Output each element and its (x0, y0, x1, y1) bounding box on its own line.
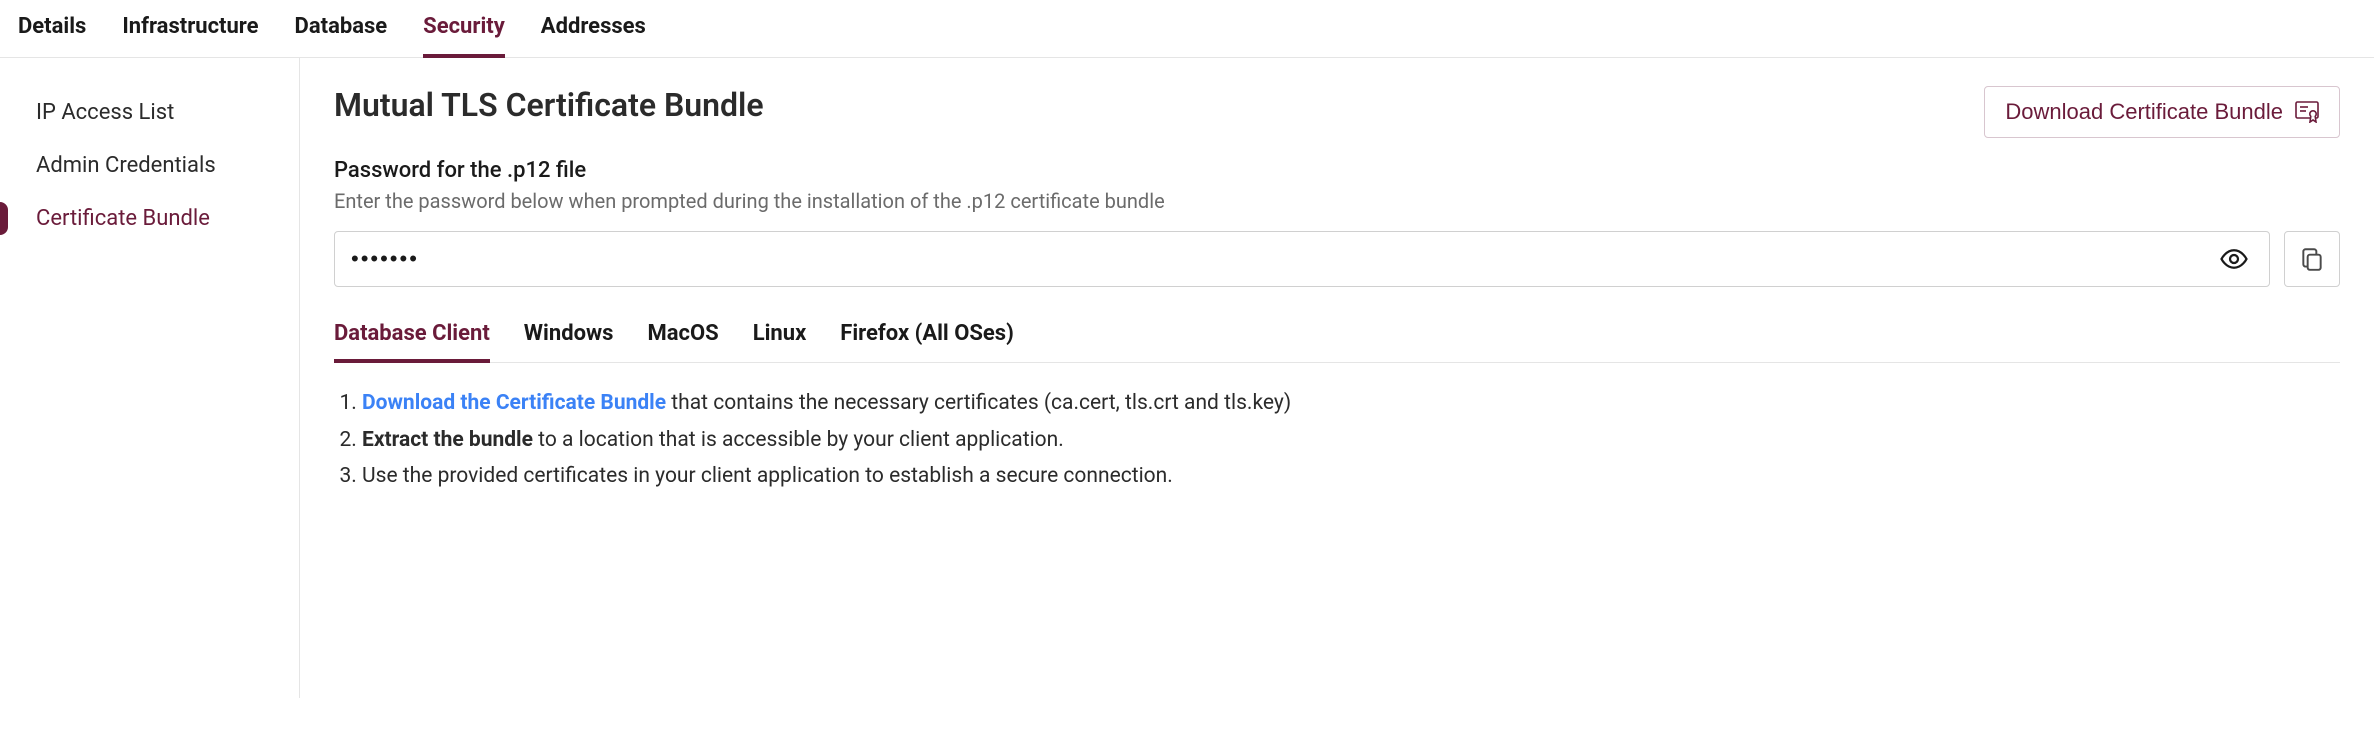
sidebar-item-admin-credentials[interactable]: Admin Credentials (0, 139, 299, 192)
certificate-icon (2295, 101, 2319, 123)
password-input[interactable] (351, 246, 2215, 272)
tab-infrastructure[interactable]: Infrastructure (122, 14, 258, 57)
password-input-wrap (334, 231, 2270, 287)
step-2-bold: Extract the bundle (362, 428, 533, 452)
step-1-text: that contains the necessary certificates… (666, 391, 1291, 415)
sidebar-item-certificate-bundle[interactable]: Certificate Bundle (0, 192, 299, 245)
step-2-text: to a location that is accessible by your… (533, 428, 1064, 452)
step-2: Extract the bundle to a location that is… (362, 424, 2340, 457)
step-3: Use the provided certificates in your cl… (362, 460, 2340, 493)
tab-addresses[interactable]: Addresses (541, 14, 646, 57)
sub-tab-macos[interactable]: MacOS (647, 321, 718, 362)
main-content: Mutual TLS Certificate Bundle Download C… (300, 58, 2374, 698)
instruction-tabs: Database Client Windows MacOS Linux Fire… (334, 321, 2340, 363)
password-label: Password for the .p12 file (334, 158, 2340, 183)
download-bundle-link[interactable]: Download the Certificate Bundle (362, 391, 666, 415)
copy-icon (2299, 246, 2325, 272)
tab-database[interactable]: Database (295, 14, 388, 57)
copy-password-button[interactable] (2284, 231, 2340, 287)
sub-tab-firefox[interactable]: Firefox (All OSes) (840, 321, 1014, 362)
sidebar-item-ip-access-list[interactable]: IP Access List (0, 86, 299, 139)
top-tabs: Details Infrastructure Database Security… (0, 0, 2374, 58)
download-certificate-bundle-button[interactable]: Download Certificate Bundle (1984, 86, 2340, 138)
toggle-password-visibility-button[interactable] (2215, 240, 2253, 278)
password-help-text: Enter the password below when prompted d… (334, 189, 2340, 213)
page-title: Mutual TLS Certificate Bundle (334, 86, 764, 124)
sub-tab-windows[interactable]: Windows (524, 321, 614, 362)
sub-tab-linux[interactable]: Linux (753, 321, 807, 362)
instruction-steps: Download the Certificate Bundle that con… (334, 387, 2340, 493)
tab-security[interactable]: Security (423, 14, 505, 57)
tab-details[interactable]: Details (18, 14, 86, 57)
eye-icon (2219, 244, 2249, 274)
step-1: Download the Certificate Bundle that con… (362, 387, 2340, 420)
download-button-label: Download Certificate Bundle (2005, 99, 2283, 125)
sidebar: IP Access List Admin Credentials Certifi… (0, 58, 300, 698)
sub-tab-database-client[interactable]: Database Client (334, 321, 490, 362)
